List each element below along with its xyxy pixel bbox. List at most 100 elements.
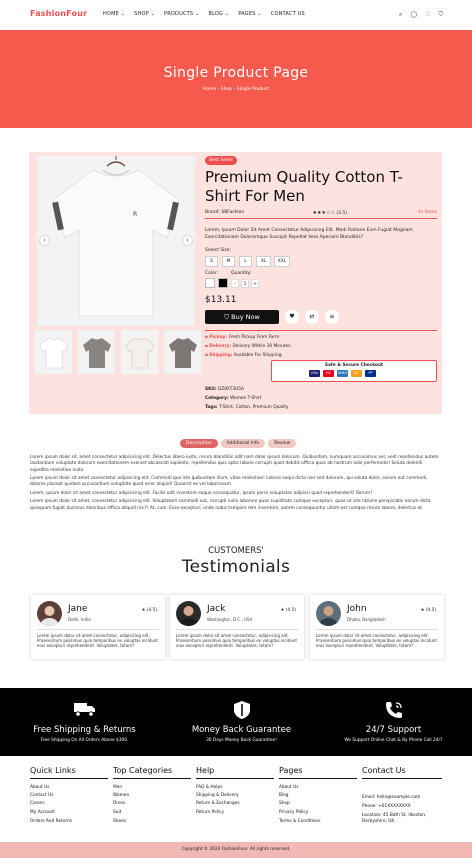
nav-shop[interactable]: SHOP ⌄ (134, 11, 155, 17)
heart-icon[interactable]: ♡ (425, 11, 430, 19)
reviewer-location: Dhaka, Bangladesh (347, 617, 386, 622)
divider (176, 629, 298, 630)
footer-link[interactable]: Shipping & Delivery (196, 793, 239, 798)
payment-methods: VISA MC AMEX MC PP (309, 370, 376, 377)
footer-link[interactable]: Return & Exchanges (196, 801, 240, 806)
footer-phone[interactable]: Phone: +01XXXXXXXX (362, 804, 411, 809)
product-main-image: R ‹ › (37, 156, 195, 326)
divider (37, 629, 159, 630)
phone-icon (315, 701, 472, 723)
divider (316, 629, 438, 630)
footer-heading-quick-links: Quick Links (30, 766, 76, 775)
divider (196, 778, 274, 779)
size-xxl[interactable]: XXL (274, 256, 290, 267)
chevron-right-icon[interactable]: › (183, 236, 192, 245)
checkout-title: Safe & Secure Checkout (324, 363, 384, 368)
testimonial-card: Jack Washington, D.C., USA ★ (4.5) Lorem… (170, 595, 304, 659)
quantity-label: Quantity: (231, 271, 252, 276)
star-icon: ★ (420, 608, 425, 613)
tab-content-description: Lorem ipsum dolor sit, amet consectetur … (30, 455, 442, 514)
footer-link[interactable]: Terms & Conditions (279, 819, 320, 824)
user-icon[interactable]: ◯ (410, 11, 417, 19)
divider (205, 218, 437, 219)
visa-icon: VISA (309, 370, 320, 377)
size-l[interactable]: L (239, 256, 252, 267)
qty-value[interactable]: 1 (241, 279, 249, 288)
color-swatch-white[interactable] (205, 278, 215, 288)
footer-link[interactable]: Suit (113, 810, 121, 815)
footer-link[interactable]: Career (30, 801, 44, 806)
category-link[interactable]: Women T-Shirt (230, 396, 261, 401)
nav-blog[interactable]: BLOG ⌄ (208, 11, 229, 17)
size-xl[interactable]: XL (256, 256, 271, 267)
footer-link[interactable]: Return Policy (196, 810, 224, 815)
reviewer-location: Washington, D.C., USA (207, 617, 253, 622)
thumbnail-striped[interactable] (121, 330, 158, 374)
best-seller-badge: Best Seller (205, 156, 238, 165)
testimonial-text: Lorem ipsum dolor sit amet consectetur, … (176, 633, 297, 649)
breadcrumb-shop[interactable]: Shop (221, 87, 232, 92)
size-s[interactable]: S (205, 256, 218, 267)
breadcrumb: Home › Shop › Single Product (0, 87, 472, 92)
mastercard-icon: MC (351, 370, 362, 377)
tab-additional-info[interactable]: Additional Info (220, 439, 266, 448)
thumbnail-dark-grey[interactable] (164, 330, 201, 374)
footer-link[interactable]: Women (113, 793, 129, 798)
cart-icon[interactable]: ⛉ (438, 11, 443, 19)
footer-link[interactable]: Shop (279, 801, 290, 806)
nav-contact[interactable]: CONTACT US (271, 11, 305, 17)
footer-link[interactable]: About Us (30, 785, 49, 790)
amex-icon: AMEX (337, 370, 348, 377)
compare-icon[interactable]: ⇄ (305, 310, 319, 324)
tab-description[interactable]: Description (180, 439, 218, 448)
footer-link[interactable]: Contact Us (30, 793, 53, 798)
testimonial-text: Lorem ipsum dolor sit amet consectetur, … (37, 633, 158, 649)
thumbnail-grey[interactable] (78, 330, 115, 374)
size-m[interactable]: M (222, 256, 235, 267)
footer-link[interactable]: FAQ & Helps (196, 785, 222, 790)
chevron-left-icon[interactable]: ‹ (40, 236, 49, 245)
truck-icon (6, 701, 163, 721)
brand-row: Brand: SBFashion ★★★☆☆ (3.5) – In Stock (205, 210, 437, 216)
site-logo[interactable]: FashionFour (30, 9, 87, 18)
star-icon: ★★★☆☆ (312, 210, 335, 216)
wishlist-heart-icon[interactable]: ♥ (285, 310, 299, 324)
thumbnail-white[interactable] (35, 330, 72, 374)
color-swatch-black[interactable] (218, 278, 228, 288)
menu-list-icon[interactable]: ≡ (325, 310, 339, 324)
divider (362, 778, 442, 779)
tab-review[interactable]: Review (268, 439, 297, 448)
footer-link[interactable]: Men (113, 785, 122, 790)
footer-link[interactable]: Privacy Policy (279, 810, 308, 815)
footer-email[interactable]: Email: hello@example.com (362, 795, 420, 800)
nav-pages[interactable]: PAGES ⌄ (238, 11, 261, 17)
nav-home[interactable]: HOME ⌄ (103, 11, 125, 17)
footer-link[interactable]: Dress (113, 801, 125, 806)
secure-checkout-box: Safe & Secure Checkout VISA MC AMEX MC P… (271, 360, 437, 382)
breadcrumb-home[interactable]: Home (203, 87, 216, 92)
brand-name[interactable]: SBFashion (221, 210, 244, 215)
buy-now-button[interactable]: ⛉ Buy Now (205, 310, 279, 324)
paypal-icon: PP (365, 370, 376, 377)
sku-row: SKU: DZ8XT3U5A (205, 387, 244, 392)
reviewer-rating: ★ (4.5) (280, 608, 296, 613)
tshirt-image: R (52, 156, 180, 317)
search-icon[interactable]: ⌕ (399, 11, 402, 19)
footer-link[interactable]: Shoes (113, 819, 126, 824)
qty-plus-button[interactable]: + (251, 279, 259, 288)
short-description: Lorem, Ipsum Dolor Sit Amet Consectetur … (205, 228, 413, 240)
footer-link[interactable]: About Us (279, 785, 298, 790)
footer-link[interactable]: My Account (30, 810, 55, 815)
reviewer-rating: ★ (4.5) (141, 608, 157, 613)
footer-link[interactable]: Blog (279, 793, 289, 798)
footer-heading-top-categories: Top Categories (113, 766, 173, 775)
tags-links[interactable]: T-Shirt, Cotton, Premium Quality (219, 405, 289, 410)
feature-subtitle: We Support Online Chat & By Phone Call 2… (344, 738, 443, 743)
reviewer-location: Delhi, India (68, 617, 91, 622)
nav-products[interactable]: PRODUCTS ⌄ (164, 11, 199, 17)
copyright-bar: Copyright © 2024 FashionFour. All rights… (0, 842, 472, 858)
qty-minus-button[interactable]: - (231, 279, 239, 288)
feature-title: Free Shipping & Returns (33, 725, 136, 735)
footer-link[interactable]: Orders And Returns (30, 819, 72, 824)
shipping-info: ▪ Shipping: Available For Shipping. (205, 353, 283, 358)
